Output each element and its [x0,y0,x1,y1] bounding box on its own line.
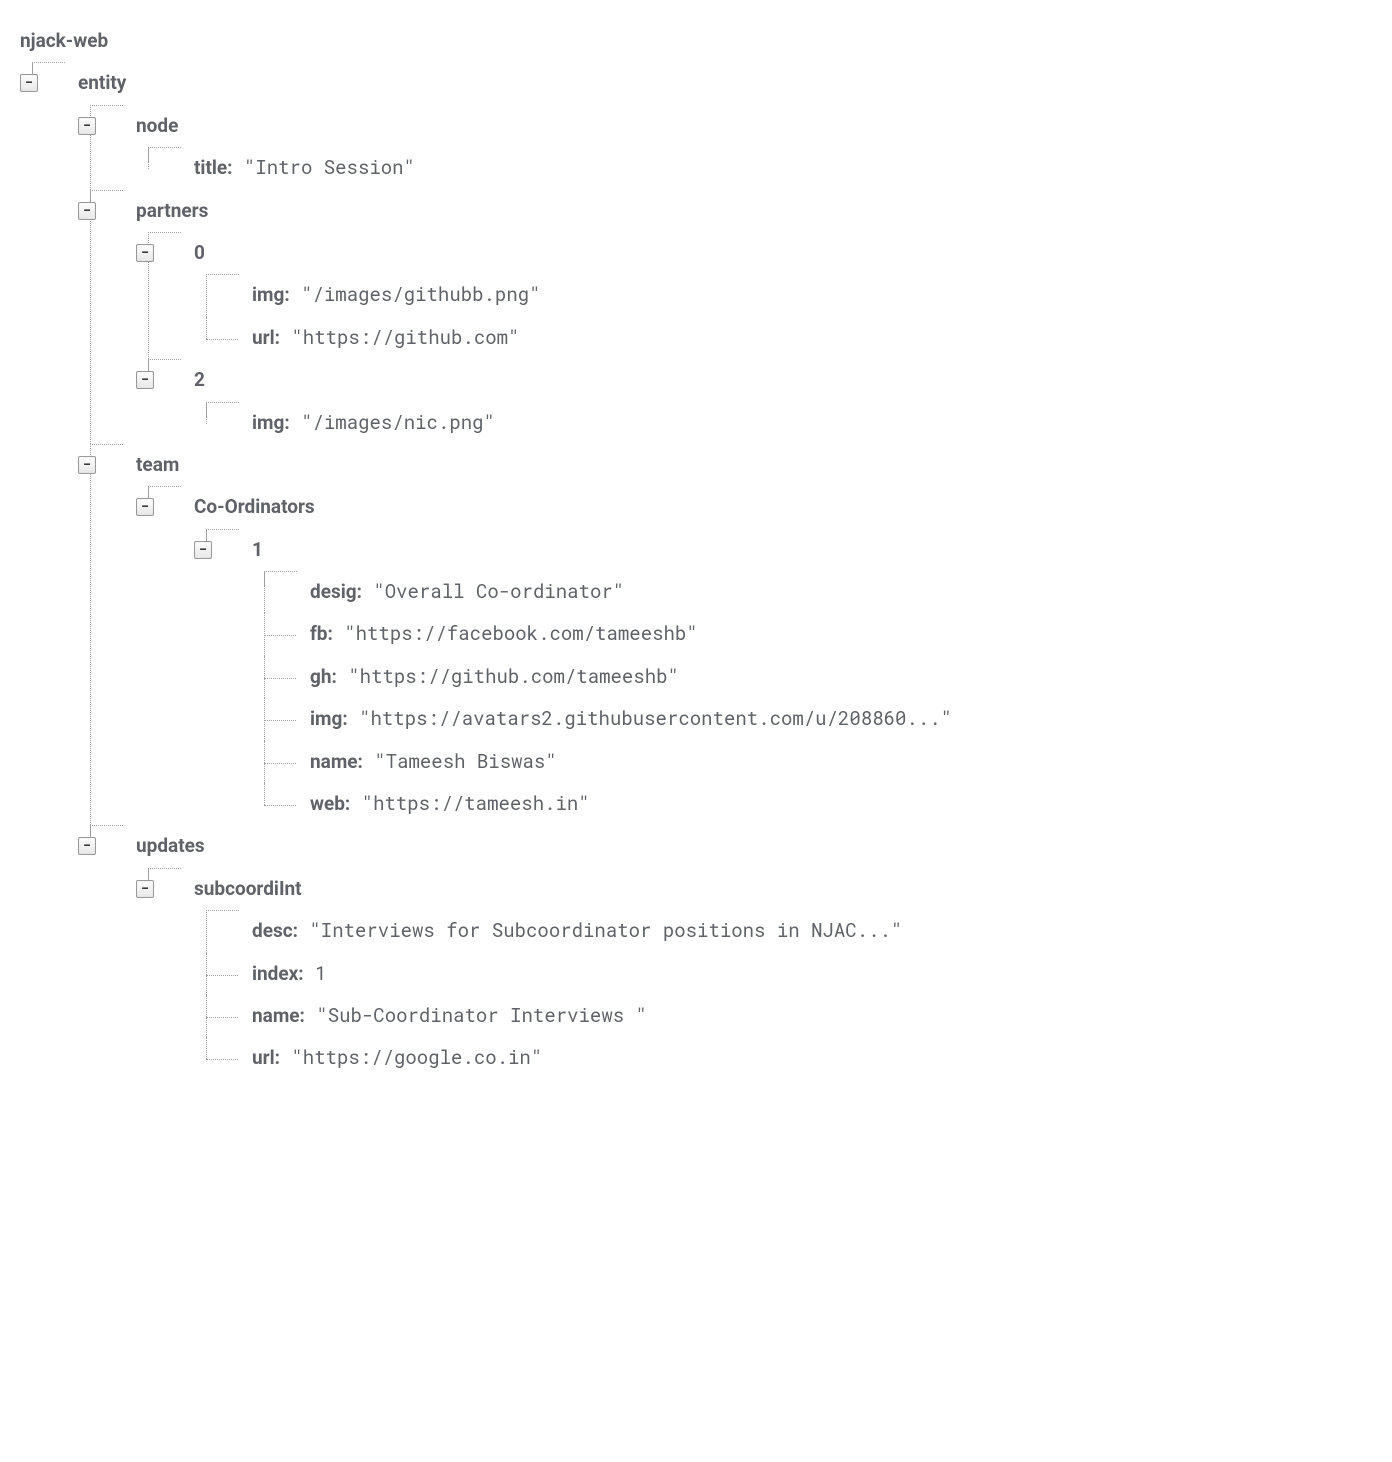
collapse-icon[interactable]: − [78,456,96,474]
val-fb: "https://facebook.com/tameeshb" [333,619,698,649]
tree-leaf: url: "https://github.com" [194,317,1372,359]
tree-leaf: desig: "Overall Co-ordinator" [252,571,1372,613]
val-url: "https://google.co.in" [280,1043,542,1073]
val-img: "/images/nic.png" [290,408,495,438]
tree-leaf: web: "https://tameesh.in" [252,783,1372,825]
key-gh: gh: [310,662,337,692]
tree-row-updates[interactable]: − updates [136,825,1372,867]
tree-leaf: img: "https://avatars2.githubusercontent… [252,698,1372,740]
collapse-icon[interactable]: − [78,837,96,855]
key-name: name: [252,1001,305,1031]
tree-row-index[interactable]: index: 1 [252,953,1372,995]
tree-node-partner-0: − 0 img: "/images/githubb.png" [136,232,1372,359]
key-desc: desc: [252,916,298,946]
collapse-icon[interactable]: − [136,244,154,262]
key-url: url: [252,1043,280,1073]
tree-node-partners: − partners − 0 img: "/im [78,190,1372,444]
tree-row-fb[interactable]: fb: "https://facebook.com/tameeshb" [310,613,1372,655]
tree-node-updates: − updates − subcoordiInt desc: [78,825,1372,1079]
tree-row-web[interactable]: web: "https://tameesh.in" [310,783,1372,825]
val-desc: "Interviews for Subcoordinator positions… [298,916,902,946]
tree-row-desc[interactable]: desc: "Interviews for Subcoordinator pos… [252,910,1372,952]
key-title: title: [194,153,233,183]
key-index-2: 2 [194,365,205,395]
key-fb: fb: [310,619,333,649]
collapse-icon[interactable]: − [78,117,96,135]
tree-row-entity[interactable]: − entity [78,62,1372,104]
tree-row-name[interactable]: name: "Sub-Coordinator Interviews " [252,995,1372,1037]
key-coordinators: Co-Ordinators [194,492,315,522]
key-index-1: 1 [252,535,263,565]
key-updates: updates [136,831,205,861]
key-partners: partners [136,196,208,226]
tree-node-subcoord: − subcoordiInt desc: "Interviews for Sub… [136,868,1372,1080]
tree-row-url[interactable]: url: "https://google.co.in" [252,1037,1372,1079]
collapse-icon[interactable]: − [78,202,96,220]
key-img: img: [310,704,348,734]
tree-row-partner-2[interactable]: − 2 [194,359,1372,401]
key-entity: entity [78,68,126,98]
collapse-icon[interactable]: − [136,880,154,898]
tree-leaf: desc: "Interviews for Subcoordinator pos… [194,910,1372,952]
tree-row-team[interactable]: − team [136,444,1372,486]
val-url: "https://github.com" [280,323,519,353]
tree-row-img[interactable]: img: "https://avatars2.githubusercontent… [310,698,1372,740]
key-team: team [136,450,179,480]
collapse-icon[interactable]: − [136,498,154,516]
val-name: "Sub-Coordinator Interviews " [305,1001,647,1031]
key-url: url: [252,323,280,353]
root-label[interactable]: njack-web [20,20,1372,62]
key-desig: desig: [310,577,362,607]
tree-node-partner-2: − 2 img: "/images/nic.png" [136,359,1372,444]
tree-leaf: fb: "https://facebook.com/tameeshb" [252,613,1372,655]
tree-row-partners[interactable]: − partners [136,190,1372,232]
tree-row-img[interactable]: img: "/images/githubb.png" [252,274,1372,316]
tree-leaf: index: 1 [194,953,1372,995]
tree-node-team: − team − Co-Ordinators − 1 [78,444,1372,826]
tree-leaf: gh: "https://github.com/tameeshb" [252,656,1372,698]
val-img: "/images/githubb.png" [290,280,541,310]
key-index-0: 0 [194,238,205,268]
key-img: img: [252,280,290,310]
tree-row-url[interactable]: url: "https://github.com" [252,317,1372,359]
collapse-icon[interactable]: − [20,74,38,92]
val-desig: "Overall Co-ordinator" [362,577,624,607]
tree-row-coordinators[interactable]: − Co-Ordinators [194,486,1372,528]
val-gh: "https://github.com/tameeshb" [337,662,679,692]
tree-node-coord-1: − 1 desig: "Overall Co-ordinator" [194,529,1372,826]
tree-node-node: − node title: "Intro Session" [78,105,1372,190]
key-web: web: [310,789,350,819]
tree-leaf: name: "Sub-Coordinator Interviews " [194,995,1372,1037]
tree-row-partner-0[interactable]: − 0 [194,232,1372,274]
tree-root: njack-web − entity − node title: "Intro … [20,20,1372,1080]
tree-leaf-title: title: "Intro Session" [136,147,1372,189]
tree-node-entity: − entity − node title: "Intro Session" [20,62,1372,1079]
tree-node-coordinators: − Co-Ordinators − 1 [136,486,1372,825]
collapse-icon[interactable]: − [136,371,154,389]
tree-row-img[interactable]: img: "/images/nic.png" [252,402,1372,444]
val-web: "https://tameesh.in" [350,789,589,819]
tree-row-coord-1[interactable]: − 1 [252,529,1372,571]
tree-row-name[interactable]: name: "Tameesh Biswas" [310,741,1372,783]
tree-row-gh[interactable]: gh: "https://github.com/tameeshb" [310,656,1372,698]
val-name: "Tameesh Biswas" [363,747,557,777]
tree-leaf: name: "Tameesh Biswas" [252,741,1372,783]
key-index: index: [252,959,304,989]
tree-leaf: img: "/images/nic.png" [194,402,1372,444]
key-node: node [136,111,178,141]
val-index: 1 [304,959,327,989]
tree-row-title[interactable]: title: "Intro Session" [194,147,1372,189]
tree-leaf: img: "/images/githubb.png" [194,274,1372,316]
key-subcoord: subcoordiInt [194,874,302,904]
key-name: name: [310,747,363,777]
tree-row-desig[interactable]: desig: "Overall Co-ordinator" [310,571,1372,613]
val-img: "https://avatars2.githubusercontent.com/… [348,704,952,734]
val-title: "Intro Session" [233,153,415,183]
collapse-icon[interactable]: − [194,541,212,559]
key-img: img: [252,408,290,438]
tree-row-subcoord[interactable]: − subcoordiInt [194,868,1372,910]
tree-row-node[interactable]: − node [136,105,1372,147]
tree-leaf: url: "https://google.co.in" [194,1037,1372,1079]
